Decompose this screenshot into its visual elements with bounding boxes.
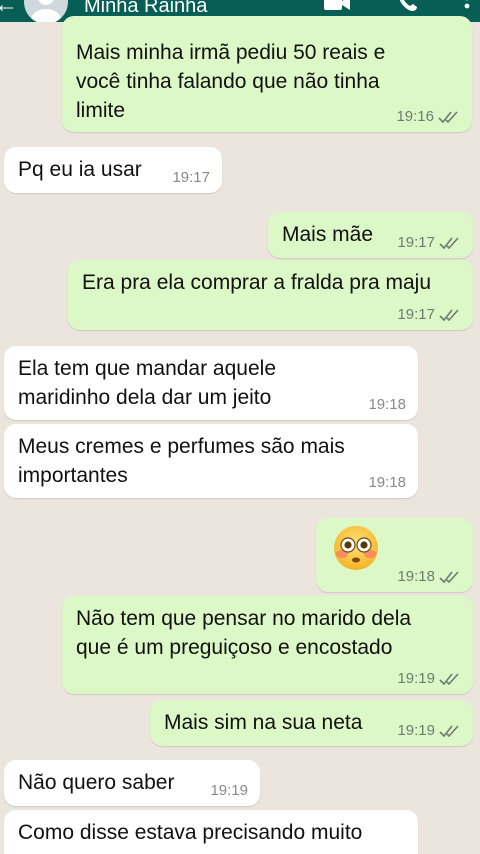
message-text: Como disse estava precisando muito [18,821,363,844]
message-time: 19:19 [397,722,435,739]
message-bubble-outgoing[interactable]: Não tem que pensar no marido dela que é u… [62,596,473,694]
message-text: Era pra ela comprar a fralda pra maju [82,271,431,294]
double-check-icon [438,111,458,124]
video-camera-icon[interactable] [322,0,352,16]
message-text: limite [76,99,126,122]
message-time: 19:17 [172,169,210,186]
message-text: que é um preguiçoso e encostado [76,636,393,659]
message-text: Ela tem que mandar aquele [18,357,276,380]
back-arrow-icon[interactable]: ← [0,0,18,19]
message-text: Mais mãe [282,223,374,246]
message-bubble-outgoing[interactable]: Mais sim na sua neta 19:19 [150,700,473,746]
message-bubble-incoming[interactable]: Meus cremes e perfumes são mais important… [4,424,418,498]
message-meta: 19:19 [397,670,461,688]
default-avatar-icon [31,0,61,22]
double-check-icon [439,725,459,738]
message-time: 19:17 [397,234,435,251]
message-text: Mais sim na sua neta [164,711,363,734]
message-meta: 19:17 [397,234,461,252]
message-meta: 19:18 [397,568,461,586]
message-bubble-incoming[interactable]: Não quero saber 19:19 [4,760,260,806]
double-check-icon [439,571,459,584]
message-text: importantes [18,464,128,487]
message-time: 19:18 [368,396,406,413]
contact-avatar[interactable] [24,0,68,22]
message-bubble-outgoing[interactable]: Mais mãe 19:17 [268,212,473,258]
double-check-icon [439,309,459,322]
message-bubble-outgoing[interactable]: Mais minha irmã pediu 50 reais e você tin… [62,16,472,132]
message-time: 19:18 [368,474,406,491]
message-time: 19:19 [397,670,435,687]
message-meta: 19:16 [396,108,460,126]
message-bubble-outgoing[interactable]: Era pra ela comprar a fralda pra maju 19… [68,260,473,330]
more-vert-icon[interactable] [460,0,474,16]
message-bubble-outgoing[interactable]: 19:18 [316,518,473,592]
message-meta: 19:17 [397,306,461,324]
message-bubble-incoming[interactable]: Como disse estava precisando muito [4,810,418,854]
message-text: Mais minha irmã pediu 50 reais e [76,41,386,64]
message-text: Meus cremes e perfumes são mais [18,435,345,458]
message-text: Não tem que pensar no marido dela [76,607,412,630]
message-time: 19:17 [397,306,435,323]
message-text: maridinho dela dar um jeito [18,386,272,409]
message-text: Não quero saber [18,771,175,794]
double-check-icon [439,673,459,686]
flushed-face-emoji [334,526,378,570]
message-bubble-incoming[interactable]: Pq eu ia usar 19:17 [4,147,222,193]
message-meta: 19:19 [397,722,461,740]
message-time: 19:18 [397,568,435,585]
message-text: Pq eu ia usar [18,158,142,181]
message-bubble-incoming[interactable]: Ela tem que mandar aquele maridinho dela … [4,346,418,420]
message-time: 19:16 [396,108,434,125]
double-check-icon [439,237,459,250]
message-time: 19:19 [210,782,248,799]
phone-icon[interactable] [396,0,422,16]
message-text: você tinha falando que não tinha [76,70,380,93]
